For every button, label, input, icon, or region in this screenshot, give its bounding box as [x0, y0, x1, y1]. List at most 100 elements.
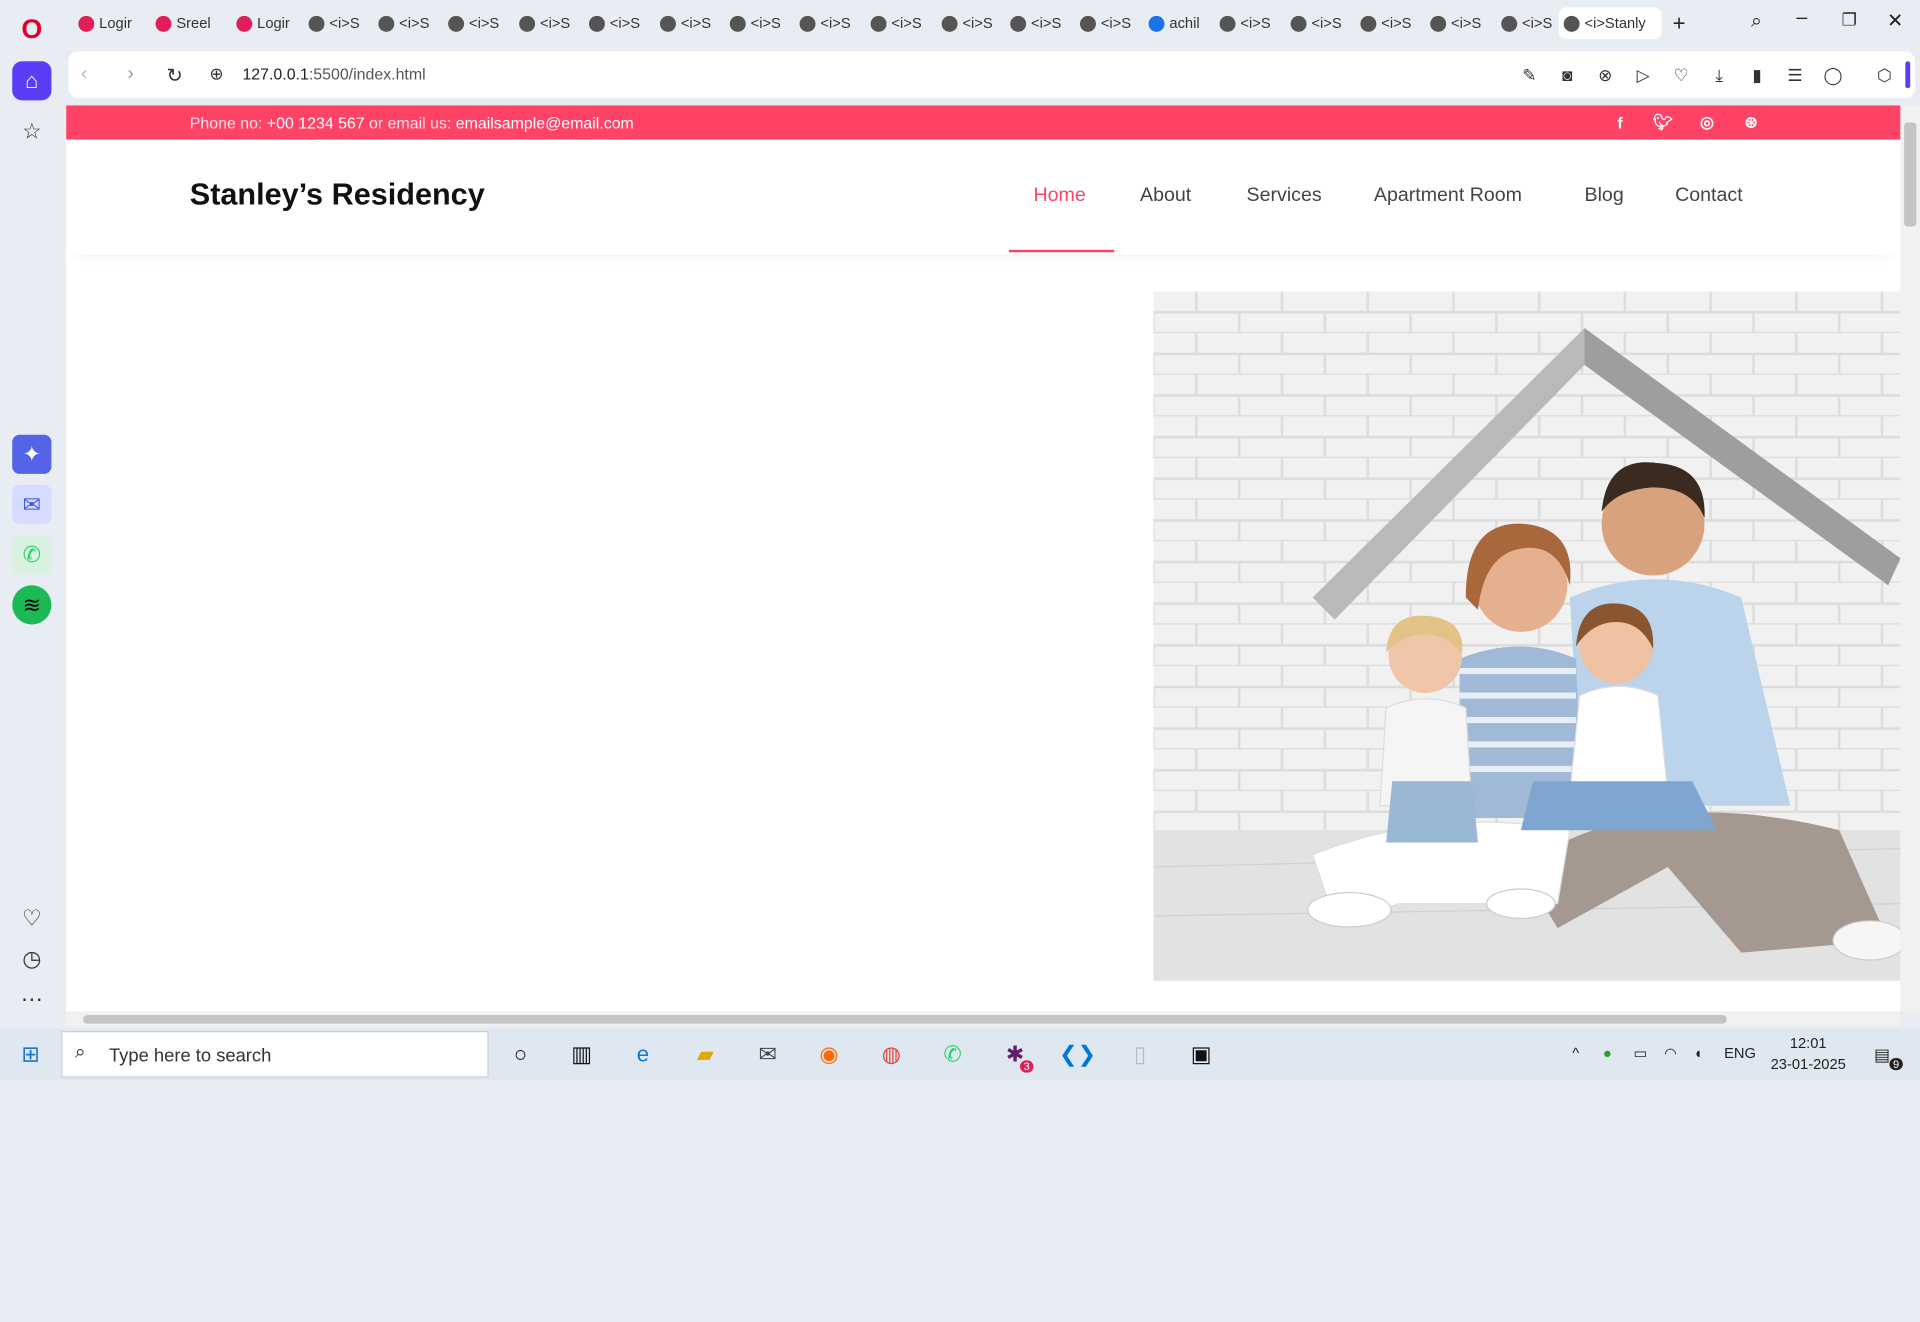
- search-icon: ⌕: [74, 1042, 86, 1063]
- new-tab-icon[interactable]: +: [1673, 11, 1686, 37]
- photos-icon[interactable]: ▣: [1183, 1036, 1220, 1073]
- reload-icon[interactable]: ↻: [167, 64, 183, 88]
- globe-icon: [1563, 15, 1580, 32]
- nav-contact[interactable]: Contact: [1675, 185, 1743, 207]
- browser-tab[interactable]: <i>S: [795, 7, 861, 39]
- browser-tab[interactable]: <i>S: [1075, 7, 1141, 39]
- twitter-icon[interactable]: 🐦︎: [1653, 113, 1673, 133]
- restore-icon[interactable]: ❐: [1842, 10, 1857, 31]
- instagram-icon[interactable]: ◎: [1697, 113, 1717, 133]
- browser-tab-label: <i>S: [1100, 14, 1132, 32]
- tab-search-icon[interactable]: ⌕: [1751, 11, 1762, 33]
- browser-tab[interactable]: <i>S: [304, 7, 370, 39]
- slack-taskbar-icon[interactable]: ✱ 3: [997, 1036, 1034, 1073]
- site-info-icon[interactable]: ⊕: [209, 64, 223, 85]
- more-icon[interactable]: ⋯: [12, 980, 51, 1019]
- whatsapp-taskbar-icon[interactable]: ✆: [934, 1036, 971, 1073]
- browser-tab[interactable]: <i>S: [725, 7, 791, 39]
- browser-tab[interactable]: <i>S: [1215, 7, 1281, 39]
- file-explorer-icon[interactable]: ▰: [687, 1036, 724, 1073]
- notepad-icon[interactable]: ▯: [1122, 1036, 1159, 1073]
- task-view-icon[interactable]: ▥: [563, 1036, 600, 1073]
- firefox-icon[interactable]: ◉: [811, 1036, 848, 1073]
- opera-logo-icon[interactable]: O: [12, 10, 51, 49]
- heart-icon[interactable]: ♡: [12, 899, 51, 938]
- tray-expand-icon[interactable]: ^: [1572, 1044, 1579, 1061]
- browser-tab[interactable]: <i>S: [1005, 7, 1071, 39]
- settings-icon[interactable]: ☰: [1784, 64, 1806, 86]
- browser-tab[interactable]: <i>S: [373, 7, 439, 39]
- nav-apartment-room[interactable]: Apartment Room: [1374, 185, 1522, 207]
- history-icon[interactable]: ◷: [12, 939, 51, 978]
- site-brand[interactable]: Stanley’s Residency: [190, 178, 485, 214]
- browser-tab[interactable]: Logir: [73, 7, 139, 39]
- home-icon[interactable]: ⌂: [12, 61, 52, 101]
- edit-icon[interactable]: ✎: [1518, 64, 1540, 86]
- chrome-icon[interactable]: ◍: [873, 1036, 910, 1073]
- browser-tab[interactable]: <i>S: [443, 7, 509, 39]
- taskbar-clock[interactable]: 12:01 23-01-2025: [1771, 1033, 1846, 1075]
- browser-tab[interactable]: <i>S: [1425, 7, 1491, 39]
- sidebar-toggle[interactable]: [1905, 61, 1911, 89]
- notification-icon[interactable]: ▤ 9: [1864, 1036, 1903, 1073]
- spotify-icon[interactable]: ≋: [12, 585, 52, 625]
- browser-tab[interactable]: <i>S: [866, 7, 932, 39]
- browser-tab[interactable]: <i>S: [937, 7, 1003, 39]
- star-icon[interactable]: ☆: [12, 111, 51, 150]
- battery-icon[interactable]: ▭: [1633, 1044, 1647, 1061]
- profile-icon[interactable]: ◯: [1822, 64, 1844, 86]
- browser-tab[interactable]: <i>S: [514, 7, 580, 39]
- download-icon[interactable]: ⤓: [1708, 64, 1730, 86]
- contact-topbar: Phone no: +00 1234 567 or email us: emai…: [66, 105, 1901, 140]
- windows-start-icon[interactable]: ⊞: [12, 1036, 49, 1073]
- browser-tab[interactable]: <i>S: [655, 7, 721, 39]
- horizontal-scroll-thumb[interactable]: [83, 1015, 1727, 1024]
- globe-icon: [660, 15, 676, 32]
- horizontal-scrollbar[interactable]: [66, 1011, 1901, 1027]
- taskbar-search[interactable]: ⌕ Type here to search: [61, 1031, 489, 1078]
- browser-tab[interactable]: <i>S: [1356, 7, 1422, 39]
- back-icon[interactable]: ‹: [81, 64, 88, 86]
- mail-icon[interactable]: ✉: [749, 1036, 786, 1073]
- extensions-icon[interactable]: ⬡: [1873, 64, 1895, 86]
- facebook-icon[interactable]: f: [1610, 113, 1630, 133]
- dribbble-icon[interactable]: ⊛: [1741, 113, 1761, 133]
- globe-icon: [378, 15, 395, 32]
- whatsapp-icon[interactable]: ✆: [12, 535, 52, 575]
- browser-tab[interactable]: <i>S: [1286, 7, 1352, 39]
- wifi-icon[interactable]: ◠: [1664, 1044, 1677, 1061]
- security-icon[interactable]: ●: [1603, 1044, 1612, 1061]
- camera-icon[interactable]: ◙: [1556, 64, 1578, 86]
- nav-home[interactable]: Home: [1033, 185, 1085, 207]
- browser-tab[interactable]: Logir: [231, 7, 297, 39]
- close-icon[interactable]: ✕: [1887, 9, 1903, 33]
- language-indicator[interactable]: ENG: [1724, 1044, 1756, 1061]
- vertical-scroll-thumb[interactable]: [1904, 122, 1917, 227]
- cortana-icon[interactable]: ○: [502, 1036, 539, 1073]
- nav-about[interactable]: About: [1140, 185, 1191, 207]
- url-field[interactable]: 127.0.0.1:5500/index.html: [242, 65, 425, 83]
- browser-tab[interactable]: <i>Stanly: [1558, 7, 1662, 40]
- battery-saver-icon[interactable]: ▮: [1746, 64, 1768, 86]
- aria-icon[interactable]: ✦: [12, 434, 52, 474]
- messenger-icon[interactable]: ✉: [12, 484, 52, 525]
- bookmark-heart-icon[interactable]: ♡: [1670, 64, 1692, 86]
- edge-icon[interactable]: e: [624, 1036, 661, 1073]
- nav-blog[interactable]: Blog: [1585, 185, 1624, 207]
- nav-services[interactable]: Services: [1247, 185, 1322, 207]
- minimize-icon[interactable]: –: [1796, 7, 1807, 29]
- play-icon[interactable]: ▷: [1632, 64, 1654, 86]
- browser-tab[interactable]: achil: [1144, 7, 1210, 39]
- browser-tab[interactable]: <i>S: [584, 7, 650, 39]
- volume-icon[interactable]: ◖: [1693, 1044, 1702, 1061]
- adblock-icon[interactable]: ⊗: [1594, 64, 1616, 86]
- vscode-icon[interactable]: ❮❯: [1059, 1036, 1096, 1073]
- forward-icon[interactable]: ›: [127, 64, 134, 86]
- phone-number[interactable]: +00 1234 567: [267, 114, 365, 132]
- vertical-scrollbar[interactable]: [1900, 105, 1920, 1012]
- browser-tab[interactable]: Sreel: [151, 7, 217, 39]
- browser-tab-label: <i>S: [329, 14, 360, 32]
- browser-tab[interactable]: <i>S: [1496, 7, 1562, 39]
- url-path: :5500/index.html: [308, 64, 426, 84]
- email-link[interactable]: emailsample@email.com: [456, 114, 634, 132]
